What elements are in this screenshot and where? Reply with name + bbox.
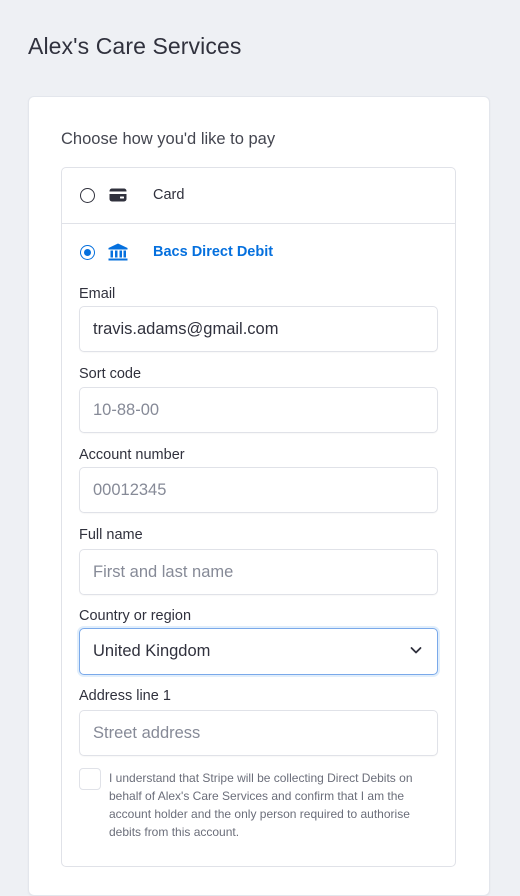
card-radio[interactable] bbox=[80, 188, 95, 203]
country-select[interactable]: United Kingdom bbox=[79, 628, 438, 675]
full-name-field[interactable] bbox=[79, 549, 438, 595]
full-name-label: Full name bbox=[79, 527, 143, 543]
account-number-label: Account number bbox=[79, 447, 185, 463]
email-field[interactable] bbox=[79, 306, 438, 352]
bacs-method-label[interactable]: Bacs Direct Debit bbox=[153, 244, 273, 260]
bank-icon bbox=[108, 243, 128, 261]
payment-methods-container bbox=[61, 167, 456, 867]
address-line1-label: Address line 1 bbox=[79, 688, 171, 704]
bacs-radio[interactable] bbox=[80, 245, 95, 260]
card-icon bbox=[109, 188, 127, 202]
mandate-checkbox[interactable] bbox=[79, 768, 101, 790]
card-method-label[interactable]: Card bbox=[153, 187, 184, 203]
sort-code-label: Sort code bbox=[79, 366, 142, 382]
payment-method-heading: Choose how you'd like to pay bbox=[61, 130, 276, 148]
country-select-value: United Kingdom bbox=[93, 642, 211, 660]
mandate-text: I understand that Stripe will be collect… bbox=[109, 771, 413, 839]
sort-code-field[interactable] bbox=[79, 387, 438, 433]
page-title: Alex's Care Services bbox=[28, 33, 242, 59]
address-line1-field[interactable] bbox=[79, 710, 438, 756]
email-label: Email bbox=[79, 286, 116, 302]
chevron-down-icon bbox=[409, 643, 423, 657]
country-label: Country or region bbox=[79, 608, 192, 624]
account-number-field[interactable] bbox=[79, 467, 438, 513]
